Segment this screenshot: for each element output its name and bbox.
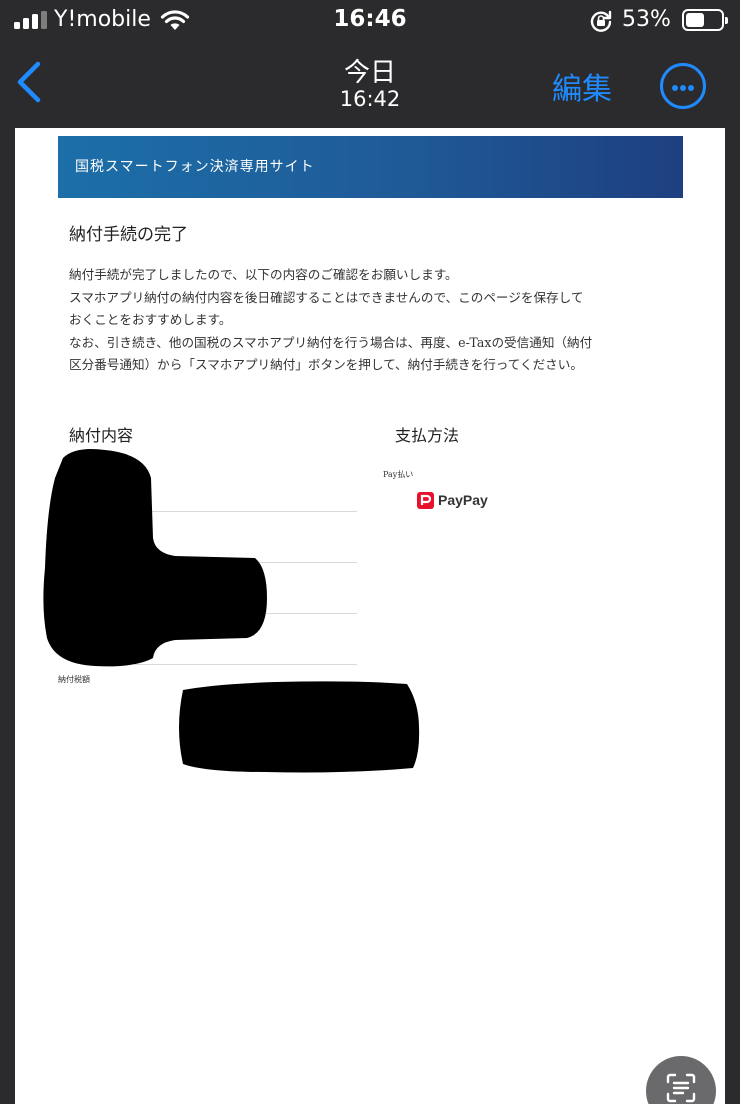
rotation-lock-icon [590,10,612,32]
battery-percentage: 53% [622,7,671,32]
redaction-marks [43,449,420,773]
redaction-mark [179,681,420,773]
more-options-icon[interactable] [660,63,706,109]
page-screenshot: 国税スマートフォン決済専用サイト 納付手続の完了 納付手続が完了しましたので、以… [15,128,725,1104]
redaction-mark [43,449,268,667]
nav-title: 今日 [343,58,396,88]
status-bar: Y!mobile 16:46 53% [0,0,740,44]
nav-subtitle: 16:42 [339,87,401,111]
navigation-bar: 今日 16:42 編集 [0,44,740,128]
scan-text-icon [666,1073,696,1103]
battery-level [686,13,705,27]
edit-button[interactable]: 編集 [552,64,612,108]
battery-icon [682,9,728,31]
